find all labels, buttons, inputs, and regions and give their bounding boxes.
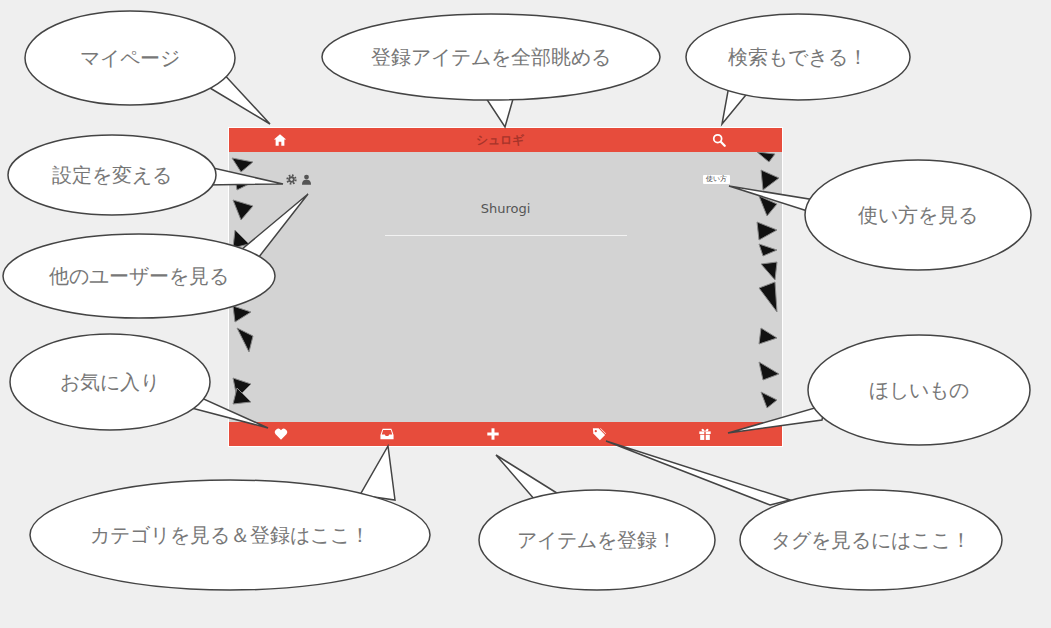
callout-text: マイページ (33, 42, 227, 74)
main-area: 使い方 Shurogi (229, 152, 782, 422)
callout-bubble (10, 334, 268, 430)
callout-bubble (322, 14, 660, 127)
callout-text: 検索もできる！ (694, 41, 902, 73)
inbox-icon[interactable] (380, 427, 394, 441)
heart-icon[interactable] (274, 427, 288, 441)
divider-line (385, 235, 627, 236)
app-logo: Shurogi (229, 199, 782, 219)
triangle-decoration (229, 152, 782, 422)
app-title: シュロギ (476, 133, 524, 147)
app-window: シュロギ使い方 Shurogi (228, 127, 783, 447)
help-button[interactable]: 使い方 (703, 175, 730, 184)
callout-bubble (606, 441, 1002, 590)
callout-bubble (728, 335, 1030, 445)
user-tools (286, 174, 312, 185)
callout-text: お気に入り (18, 366, 202, 398)
callout-text: タグを見るにはここ！ (748, 524, 994, 556)
plus-icon[interactable] (486, 427, 500, 441)
callout-bubble (8, 135, 283, 215)
callout-bubble (686, 14, 910, 124)
tag-icon[interactable] (592, 427, 606, 441)
bottom-bar (229, 422, 782, 446)
callout-text: ほしいもの (816, 374, 1022, 406)
callout-bubble (479, 455, 715, 590)
callout-text: カテゴリを見る＆登録はここ！ (38, 519, 422, 551)
callout-bubble (3, 194, 308, 318)
callout-text: 他のユーザーを見る (11, 260, 267, 292)
callout-text: 使い方を見る (813, 199, 1023, 231)
callout-text: アイテムを登録！ (487, 524, 707, 556)
callout-bubble (25, 11, 270, 124)
person-icon[interactable] (301, 174, 312, 185)
search-icon[interactable] (712, 133, 726, 147)
top-bar: シュロギ (229, 128, 782, 152)
callout-text: 登録アイテムを全部眺める (330, 41, 652, 73)
callout-bubble (729, 160, 1031, 270)
annotated-screen: シュロギ使い方 Shurogi マイページ 登録アイテムを全部眺める 検索もできる！ 設定… (0, 0, 1051, 628)
home-icon[interactable] (273, 133, 287, 147)
toolbar-row: 使い方 (229, 152, 782, 185)
gift-icon[interactable] (698, 427, 712, 441)
callout-bubble (30, 446, 430, 590)
callout-text: 設定を変える (16, 159, 208, 191)
gear-icon[interactable] (286, 174, 297, 185)
